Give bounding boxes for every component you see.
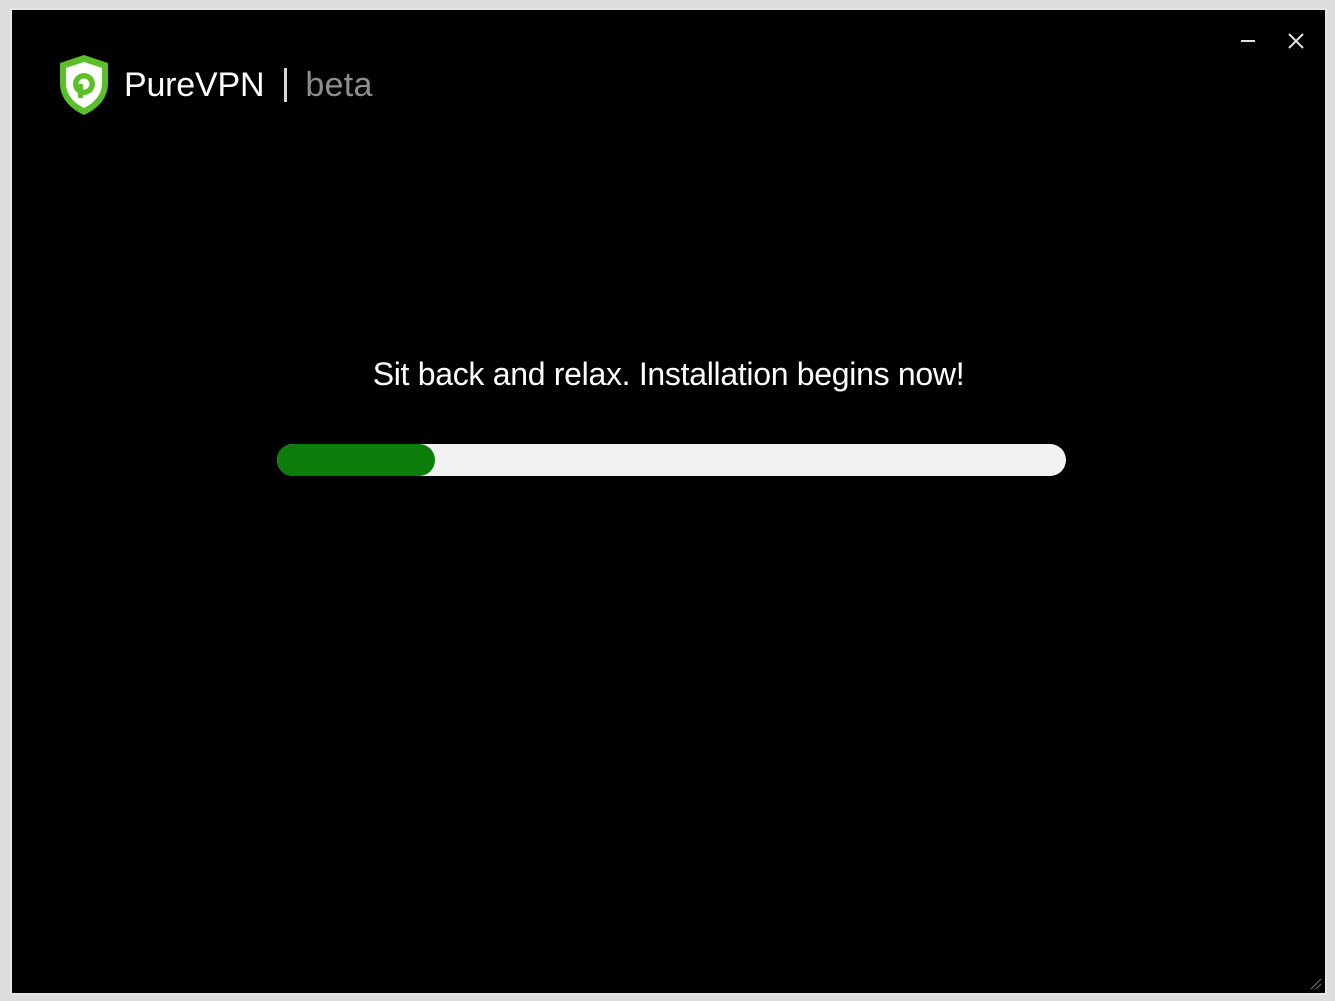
installer-window: PureVPN beta Sit back and relax. Install… (10, 8, 1327, 995)
resize-grip-icon[interactable] (1307, 975, 1323, 991)
installation-message: Sit back and relax. Installation begins … (372, 356, 965, 392)
minimize-button[interactable] (1233, 26, 1263, 56)
app-brand: PureVPN beta (56, 52, 373, 118)
close-button[interactable] (1281, 26, 1311, 56)
minimize-icon (1241, 40, 1255, 42)
shield-logo-icon (56, 53, 112, 117)
app-name: PureVPN (124, 65, 265, 104)
installation-progress-bar (277, 444, 1066, 476)
close-icon (1288, 33, 1304, 49)
app-edition: beta (305, 65, 373, 104)
window-controls (1233, 26, 1311, 56)
title-divider (284, 68, 288, 102)
progress-fill (277, 444, 435, 476)
